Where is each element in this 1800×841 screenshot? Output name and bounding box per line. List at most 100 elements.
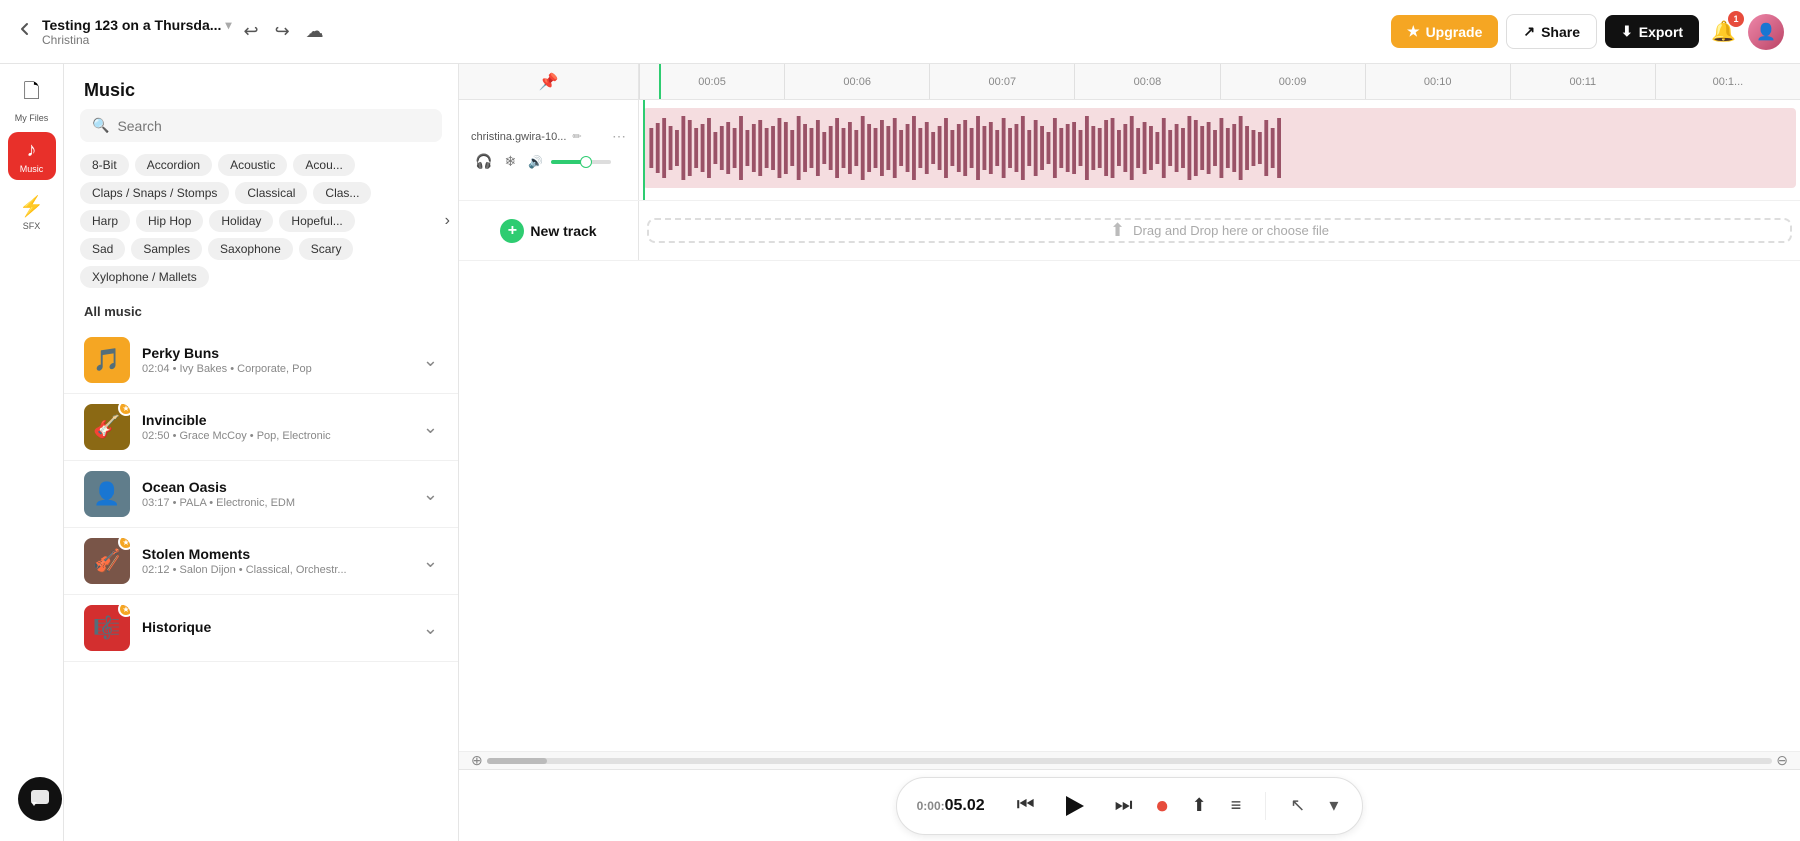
tag-hopeful[interactable]: Hopeful... [279,210,354,232]
track-snowflake-btn-1[interactable]: ❄ [500,151,520,172]
title-chevron-icon[interactable]: ▾ [225,18,231,32]
waveform-block-1[interactable] [643,108,1796,188]
search-icon: 🔍 [92,117,109,134]
music-expand-icon-invincible[interactable]: ⌄ [423,417,438,438]
sidebar-item-my-files[interactable]: 🗋 My Files [8,76,56,124]
tag-acoustic[interactable]: Acoustic [218,154,287,176]
cursor-button[interactable]: ↖ [1286,791,1309,820]
tags-expand-button[interactable]: › [441,210,454,232]
tracks-area: christina.gwira-10... ✏ ⋯ 🎧 ❄ 🔊 [459,100,1800,751]
music-expand-icon-ocean-oasis[interactable]: ⌄ [423,484,438,505]
tag-scary[interactable]: Scary [299,238,354,260]
new-track-row: + New track ⬆ Drag and Drop here or choo… [459,201,1800,261]
timeline-mark-005: 00:05 [639,64,784,99]
timeline-mark-010: 00:10 [1365,64,1510,99]
new-track-button[interactable]: + New track [500,219,596,243]
music-info-stolen-moments: Stolen Moments 02:12 • Salon Dijon • Cla… [142,546,411,576]
scrollbar-thumb[interactable] [487,758,547,764]
play-button[interactable] [1055,786,1095,826]
music-item-perky-buns[interactable]: 🎵 Perky Buns 02:04 • Ivy Bakes • Corpora… [64,327,458,394]
zoom-out-button[interactable]: ⊕ [467,752,487,769]
sidebar-item-sfx[interactable]: ⚡ SFX [8,188,56,236]
track-canvas-1 [639,100,1800,200]
tag-clas-more[interactable]: Clas... [313,182,371,204]
music-item-ocean-oasis[interactable]: 👤 Ocean Oasis 03:17 • PALA • Electronic,… [64,461,458,528]
topbar-actions: ★ Upgrade ↗ Share ⬇ Export 🔔 1 👤 [1391,14,1784,50]
avatar[interactable]: 👤 [1748,14,1784,50]
track-edit-icon-1[interactable]: ✏ [572,130,581,143]
timeline-mark-008: 00:08 [1074,64,1219,99]
sidebar-icons: 🗋 My Files ♪ Music ⚡ SFX [0,64,64,841]
tags-row-2: Claps / Snaps / Stomps Classical Clas... [64,182,458,204]
redo-button[interactable]: ↪ [271,17,294,46]
music-item-stolen-moments[interactable]: 🎻 ★ Stolen Moments 02:12 • Salon Dijon •… [64,528,458,595]
tag-xylophone[interactable]: Xylophone / Mallets [80,266,209,288]
music-info-invincible: Invincible 02:50 • Grace McCoy • Pop, El… [142,412,411,442]
tag-saxophone[interactable]: Saxophone [208,238,293,260]
tag-claps[interactable]: Claps / Snaps / Stomps [80,182,229,204]
track-volume-slider-1[interactable] [551,160,611,164]
timeline-ruler: 00:05 00:06 00:07 00:08 00:09 00:10 00:1… [639,64,1800,99]
track-headphones-btn-1[interactable]: 🎧 [471,151,496,172]
topbar: Testing 123 on a Thursda... ▾ Christina … [0,0,1800,64]
tag-holiday[interactable]: Holiday [209,210,273,232]
track-name-row-1: christina.gwira-10... ✏ ⋯ [471,128,626,145]
tag-hiphop[interactable]: Hip Hop [136,210,203,232]
back-button[interactable] [16,20,34,43]
upgrade-button[interactable]: ★ Upgrade [1391,15,1498,48]
track-needle-1 [643,100,645,200]
music-thumb-historique: 🎼 ★ [84,605,130,651]
tag-sad[interactable]: Sad [80,238,125,260]
project-user: Christina [42,33,231,47]
queue-button[interactable]: ≡ [1227,791,1246,820]
music-item-historique[interactable]: 🎼 ★ Historique ⌄ [64,595,458,662]
music-title-invincible: Invincible [142,412,411,428]
tag-8bit[interactable]: 8-Bit [80,154,129,176]
music-list: 🎵 Perky Buns 02:04 • Ivy Bakes • Corpora… [64,327,458,841]
project-title: Testing 123 on a Thursda... ▾ [42,17,231,33]
track-more-icon-1[interactable]: ⋯ [612,128,626,145]
search-input[interactable] [117,118,430,134]
timeline-mark-012: 00:1... [1655,64,1800,99]
music-expand-icon-stolen-moments[interactable]: ⌄ [423,551,438,572]
timeline-mark-007: 00:07 [929,64,1074,99]
tag-samples[interactable]: Samples [131,238,202,260]
track-controls-1: christina.gwira-10... ✏ ⋯ 🎧 ❄ 🔊 [459,100,639,200]
fast-forward-button[interactable]: ⏭ [1111,790,1137,821]
export-button[interactable]: ⬇ Export [1605,15,1699,48]
upload-button[interactable]: ⬆ [1188,791,1211,820]
tag-accordion[interactable]: Accordion [135,154,212,176]
cloud-save-button[interactable]: ☁ [302,17,328,46]
record-button[interactable]: ⏺ [1153,789,1172,823]
play-triangle-icon [1066,796,1084,816]
notification-badge: 1 [1728,11,1744,27]
undo-button[interactable]: ↩ [239,17,262,46]
chat-bubble-button[interactable] [18,777,62,821]
sidebar-item-music[interactable]: ♪ Music [8,132,56,180]
timeline-mark-009: 00:09 [1220,64,1365,99]
music-title-stolen-moments: Stolen Moments [142,546,411,562]
transport-more-button[interactable]: ▾ [1325,791,1342,820]
drop-zone[interactable]: ⬆ Drag and Drop here or choose file [647,218,1792,243]
music-title-ocean-oasis: Ocean Oasis [142,479,411,495]
timeline-header-left: 📌 [459,64,639,99]
waveform-svg-1 [643,108,1796,188]
music-info-ocean-oasis: Ocean Oasis 03:17 • PALA • Electronic, E… [142,479,411,509]
music-item-invincible[interactable]: 🎸 ★ Invincible 02:50 • Grace McCoy • Pop… [64,394,458,461]
music-panel: Music 🔍 8-Bit Accordion Acoustic Acou...… [64,64,459,841]
scrollbar-track[interactable] [487,758,1773,764]
share-button[interactable]: ↗ Share [1506,14,1597,49]
tag-harp[interactable]: Harp [80,210,130,232]
rewind-button[interactable]: ⏮ [1013,790,1039,821]
zoom-in-button[interactable]: ⊖ [1772,752,1792,769]
music-expand-icon-perky-buns[interactable]: ⌄ [423,350,438,371]
all-music-label: All music [64,300,458,327]
tag-classical[interactable]: Classical [235,182,307,204]
timeline-mark-006: 00:06 [784,64,929,99]
timeline-pin-icon: 📌 [539,72,559,92]
transport-inner: 0:00:05.02 ⏮ ⏭ ⏺ ⬆ ≡ ↖ ▾ [896,777,1364,835]
music-expand-icon-historique[interactable]: ⌄ [423,618,438,639]
files-icon: 🗋 [23,77,39,111]
tag-acou-more[interactable]: Acou... [293,154,354,176]
music-meta-stolen-moments: 02:12 • Salon Dijon • Classical, Orchest… [142,564,411,576]
